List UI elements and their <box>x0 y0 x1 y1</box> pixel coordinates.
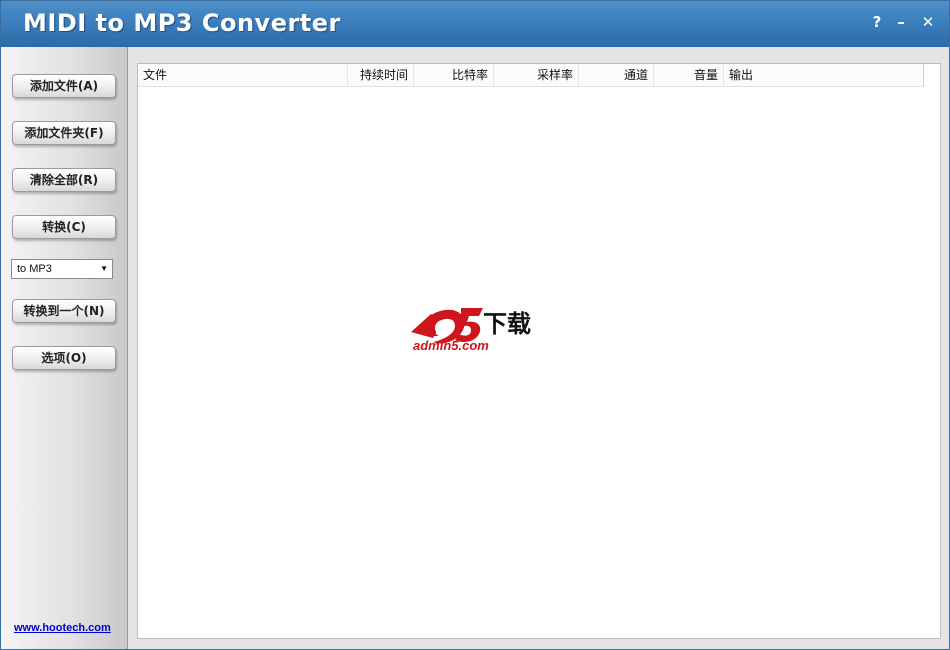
window-title: MIDI to MP3 Converter <box>23 9 341 37</box>
options-button[interactable]: 选项(O) <box>12 346 116 370</box>
title-bar[interactable]: MIDI to MP3 Converter ? – ✕ <box>1 1 949 47</box>
column-header-file[interactable]: 文件 <box>138 64 348 86</box>
sidebar: 添加文件(A) 添加文件夹(F) 清除全部(R) 转换(C) to MP3 ▼ … <box>1 47 128 649</box>
dropdown-arrow-icon[interactable]: ▼ <box>100 260 108 278</box>
clear-all-button[interactable]: 清除全部(R) <box>12 168 116 192</box>
column-header-volume[interactable]: 音量 <box>654 64 724 86</box>
close-icon[interactable]: ✕ <box>918 11 938 33</box>
app-window: MIDI to MP3 Converter ? – ✕ 添加文件(A) 添加文件… <box>0 0 950 650</box>
watermark-site: admin5.com <box>413 338 489 353</box>
minimize-icon[interactable]: – <box>891 11 911 33</box>
help-icon[interactable]: ? <box>867 11 887 33</box>
column-header-samplerate[interactable]: 采样率 <box>494 64 579 86</box>
add-files-button[interactable]: 添加文件(A) <box>12 74 116 98</box>
output-format-value: to MP3 <box>17 263 52 275</box>
output-format-select[interactable]: to MP3 ▼ <box>11 259 113 279</box>
header-scroll-divider <box>923 64 924 86</box>
convert-to-one-button[interactable]: 转换到一个(N) <box>12 299 116 323</box>
convert-button[interactable]: 转换(C) <box>12 215 116 239</box>
column-header-bitrate[interactable]: 比特率 <box>414 64 494 86</box>
add-folder-button[interactable]: 添加文件夹(F) <box>12 121 116 145</box>
column-header-channels[interactable]: 通道 <box>579 64 654 86</box>
file-list-header: 文件 持续时间 比特率 采样率 通道 音量 输出 <box>138 64 923 87</box>
column-header-output[interactable]: 输出 <box>724 64 923 86</box>
watermark-text: 下载 <box>483 310 531 338</box>
column-header-duration[interactable]: 持续时间 <box>348 64 414 86</box>
website-link[interactable]: www.hootech.com <box>14 622 111 634</box>
